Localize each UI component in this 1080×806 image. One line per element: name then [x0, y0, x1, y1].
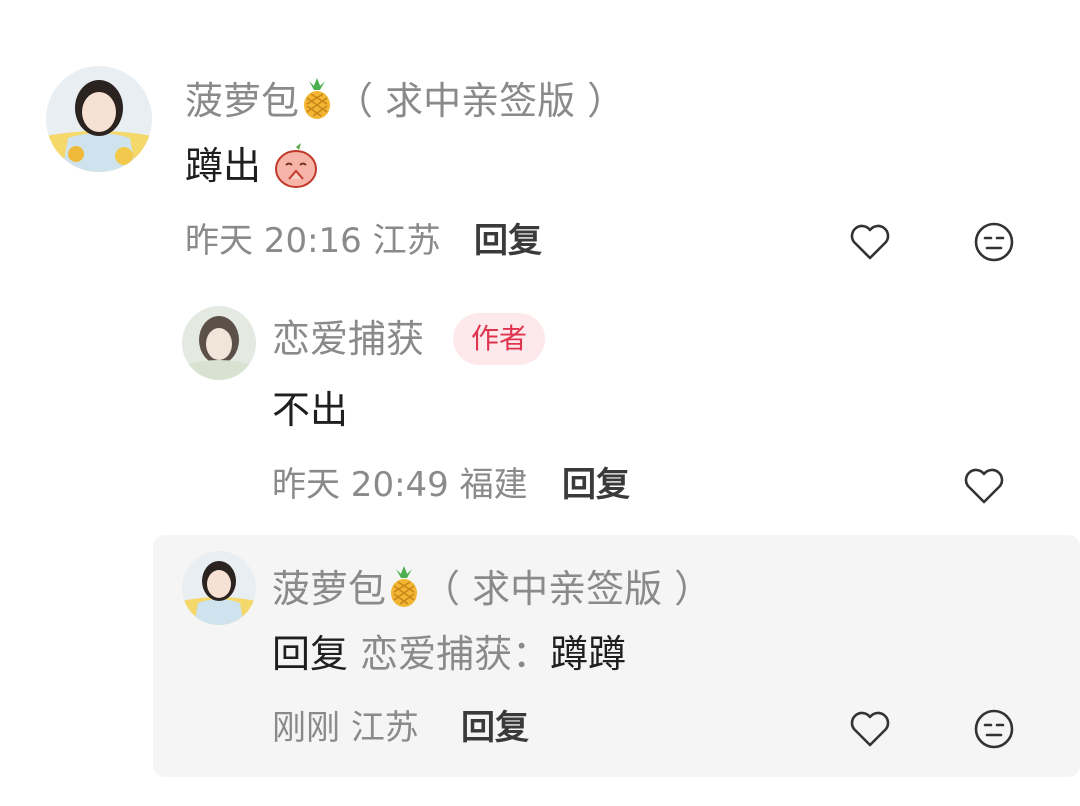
- reply-target[interactable]: 恋爱捕获：: [360, 632, 550, 676]
- comment-text: 回复 恋爱捕获：蹲蹲: [272, 632, 627, 676]
- comment-meta: 刚刚 江苏: [272, 708, 419, 748]
- comment-text: 蹲出: [185, 143, 319, 195]
- comment-text: 不出: [272, 388, 349, 432]
- heart-outline-icon[interactable]: [848, 220, 892, 268]
- avatar[interactable]: [182, 551, 256, 625]
- avatar[interactable]: [182, 306, 256, 380]
- author-name[interactable]: 恋爱捕获: [272, 320, 424, 358]
- meh-face-icon[interactable]: [972, 220, 1016, 268]
- author-badge: 作者: [453, 313, 546, 365]
- avatar[interactable]: [46, 66, 152, 172]
- pineapple-icon: [386, 564, 422, 614]
- heart-outline-icon[interactable]: [848, 707, 892, 755]
- comment-meta: 昨天 20:16 江苏: [185, 221, 441, 261]
- heart-outline-icon[interactable]: [962, 464, 1006, 512]
- meh-face-icon[interactable]: [972, 707, 1016, 755]
- peach-pray-sticker: [273, 143, 319, 195]
- reply-button[interactable]: 回复: [461, 711, 529, 745]
- author-name[interactable]: 菠萝包 （ 求中亲签版 ）: [185, 76, 625, 126]
- reply-button[interactable]: 回复: [562, 468, 630, 502]
- comment-meta: 昨天 20:49 福建: [272, 465, 528, 505]
- pineapple-icon: [299, 76, 335, 126]
- reply-button[interactable]: 回复: [474, 224, 542, 258]
- author-name[interactable]: 菠萝包 （ 求中亲签版 ）: [272, 564, 712, 614]
